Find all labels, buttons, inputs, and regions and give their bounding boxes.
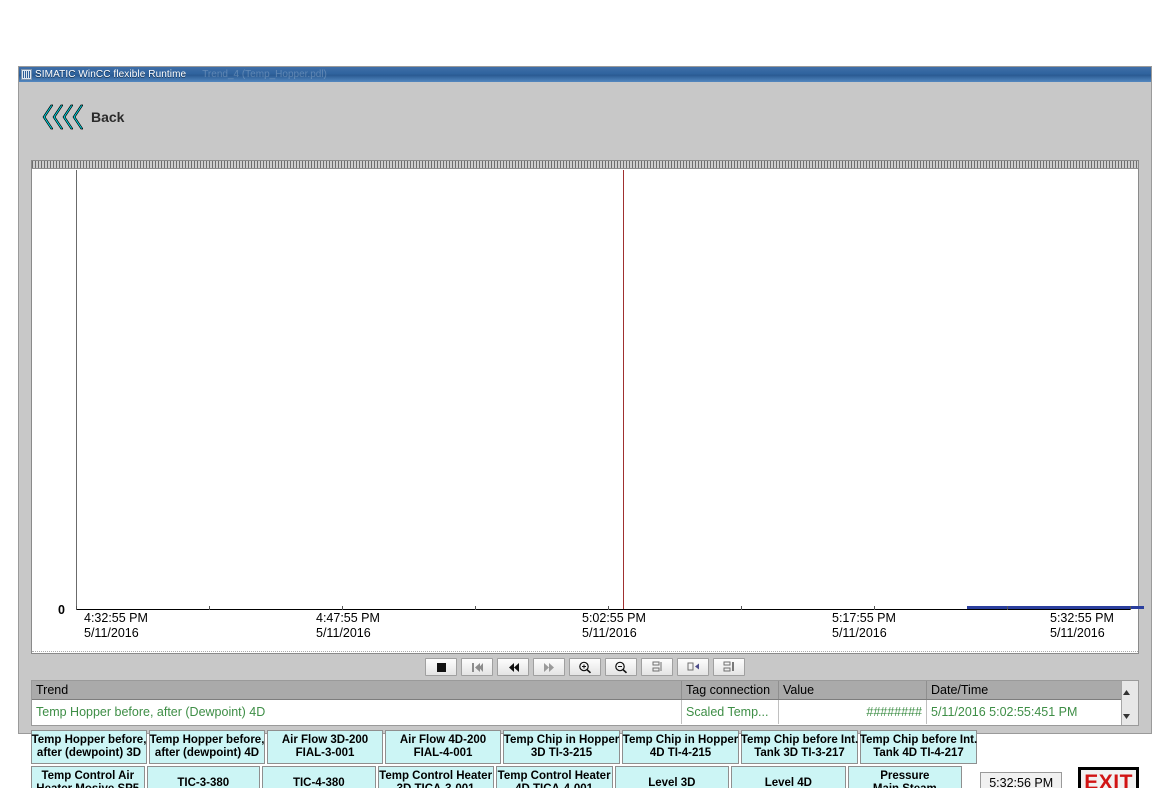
stop-icon [436,662,447,673]
zoom-time-axis-icon [651,661,664,673]
legend-cell-trend: Temp Hopper before, after (Dewpoint) 4D [32,700,682,724]
button-tic-3-380[interactable]: TIC-3-380 [147,766,261,788]
chart-plot-area[interactable] [76,170,1130,610]
skip-start-icon [471,662,484,673]
ruler-icon [723,661,736,673]
x-axis-labels: 4:32:55 PM 5/11/2016 4:47:55 PM 5/11/201… [32,611,1138,645]
button-temp-control-heater-4d[interactable]: Temp Control Heater4D TICA-4-001 [496,766,613,788]
scroll-up-button[interactable] [1123,682,1137,700]
legend-cell-datetime: 5/11/2016 5:02:55:451 PM [927,700,1138,724]
client-area: Back Temp Hopper before, after (Dewpoint… [19,82,1151,733]
scroll-down-button[interactable] [1123,706,1137,724]
triangle-up-icon [1123,690,1130,695]
zoom-value-axis-icon [687,661,700,673]
x-tick-label-1: 4:47:55 PM 5/11/2016 [316,611,380,641]
back-fast-button[interactable] [497,658,529,676]
triangle-down-icon [1123,714,1130,719]
clock-display: 5:32:56 PM [980,772,1062,788]
button-row-1: Temp Hopper before,after (dewpoint) 3D T… [31,730,1139,764]
button-tic-4-380[interactable]: TIC-4-380 [262,766,376,788]
legend-header-row: Trend Tag connection Value Date/Time [32,681,1138,700]
fast-forward-icon [543,662,556,673]
legend-col-tag-connection: Tag connection [682,681,779,699]
button-pressure-main-steam[interactable]: PressureMain Steam [848,766,963,788]
zoom-in-button[interactable] [569,658,601,676]
legend-col-value: Value [779,681,927,699]
button-temp-chip-hopper-4d[interactable]: Temp Chip in Hopper4D TI-4-215 [622,730,739,764]
legend-col-trend: Trend [32,681,682,699]
x-axis-guide [32,651,1138,652]
legend-col-datetime: Date/Time [927,681,1138,699]
window-title-ghost: Trend_4 (Temp_Hopper.pdl) [202,69,327,80]
chart-ruler-line[interactable] [623,170,624,609]
trend-chart[interactable]: 0 4:32:55 PM 5/11/2016 [31,160,1139,654]
window-titlebar: SIMATIC WinCC flexible Runtime Trend_4 (… [19,67,1151,82]
forward-fast-button[interactable] [533,658,565,676]
navigation-button-grid: Temp Hopper before,after (dewpoint) 3D T… [31,730,1139,788]
runtime-window: SIMATIC WinCC flexible Runtime Trend_4 (… [18,66,1152,734]
back-button-label: Back [91,109,124,125]
button-temp-control-heater-3d[interactable]: Temp Control Heater3D TICA-3-001 [378,766,494,788]
x-tick-label-0: 4:32:55 PM 5/11/2016 [84,611,148,641]
zoom-out-button[interactable] [605,658,637,676]
zoom-in-icon [578,661,592,674]
button-row-2: Temp Control AirHeater Mosive SP5 TIC-3-… [31,766,1139,788]
rewind-icon [507,662,520,673]
legend-scrollbar[interactable] [1121,681,1138,725]
app-root: SIMATIC WinCC flexible Runtime Trend_4 (… [0,0,1170,788]
button-level-4d[interactable]: Level 4D [731,766,846,788]
legend-cell-tag-connection: Scaled Temp... [682,700,779,724]
simatic-icon [21,69,32,80]
button-level-3d[interactable]: Level 3D [615,766,730,788]
screen-header: Back [19,82,1151,148]
x-tick-label-3: 5:17:55 PM 5/11/2016 [832,611,896,641]
chevron-left-icon [41,104,81,130]
button-temp-chip-before-tank-3d[interactable]: Temp Chip before Int.Tank 3D TI-3-217 [741,730,858,764]
window-title: SIMATIC WinCC flexible Runtime [35,69,186,80]
button-temp-hopper-3d[interactable]: Temp Hopper before,after (dewpoint) 3D [31,730,147,764]
ruler-button[interactable] [713,658,745,676]
zoom-value-button[interactable] [677,658,709,676]
chart-toolbar [31,656,1139,678]
button-air-flow-4d-200[interactable]: Air Flow 4D-200FIAL-4-001 [385,730,501,764]
trend-legend-table[interactable]: Trend Tag connection Value Date/Time Tem… [31,680,1139,726]
button-temp-chip-before-tank-4d[interactable]: Temp Chip before Int.Tank 4D TI-4-217 [860,730,977,764]
chart-top-ruler [32,161,1138,169]
table-row[interactable]: Temp Hopper before, after (Dewpoint) 4D … [32,700,1138,724]
exit-button[interactable]: EXIT [1078,767,1139,788]
button-air-flow-3d-200[interactable]: Air Flow 3D-200FIAL-3-001 [267,730,383,764]
button-temp-hopper-4d[interactable]: Temp Hopper before,after (dewpoint) 4D [149,730,265,764]
start-button[interactable] [461,658,493,676]
x-tick-label-2: 5:02:55 PM 5/11/2016 [582,611,646,641]
stop-button[interactable] [425,658,457,676]
x-tick-label-4: 5:32:55 PM 5/11/2016 [1050,611,1114,641]
zoom-out-icon [614,661,628,674]
zoom-time-button[interactable] [641,658,673,676]
legend-cell-value: ######## [779,700,927,724]
button-temp-control-air-heater[interactable]: Temp Control AirHeater Mosive SP5 [31,766,145,788]
button-temp-chip-hopper-3d[interactable]: Temp Chip in Hopper3D TI-3-215 [503,730,620,764]
back-button[interactable]: Back [41,104,124,130]
